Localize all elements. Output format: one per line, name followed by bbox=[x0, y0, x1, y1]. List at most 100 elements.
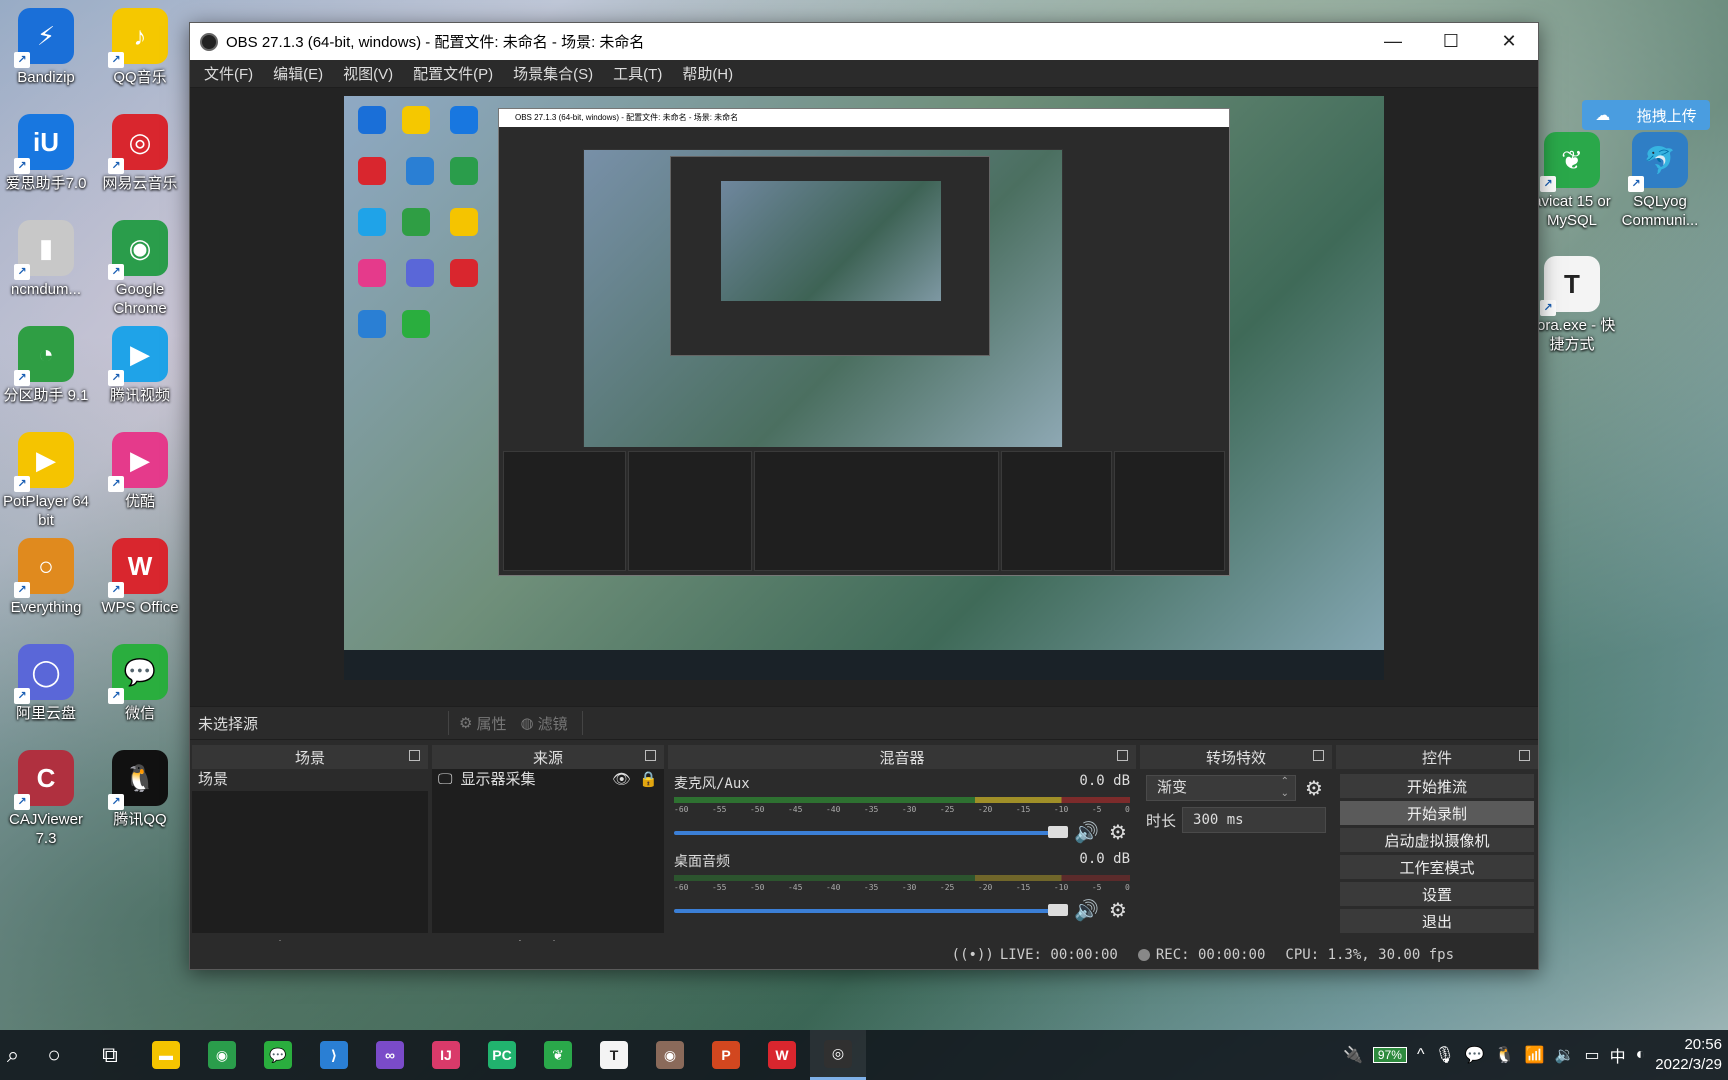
dock-float-icon[interactable] bbox=[1117, 750, 1128, 761]
rec-time: REC: 00:00:00 bbox=[1155, 947, 1266, 963]
wifi-icon[interactable]: 📶 bbox=[1525, 1045, 1545, 1065]
desktop-shortcut[interactable]: ▶腾讯视频 bbox=[94, 326, 186, 405]
tick-label: -20 bbox=[977, 805, 993, 814]
speaker-icon[interactable]: 🔊 bbox=[1074, 898, 1099, 923]
volume-icon[interactable]: 🔉 bbox=[1555, 1045, 1575, 1065]
taskbar-app-button[interactable]: ▬ bbox=[138, 1030, 194, 1080]
microphone-icon[interactable]: 🎙 bbox=[1434, 1045, 1454, 1065]
dock-float-icon[interactable] bbox=[645, 750, 656, 761]
power-plug-icon: 🔌 bbox=[1342, 1047, 1363, 1064]
taskbar-app-button[interactable]: IJ bbox=[418, 1030, 474, 1080]
virtual-camera-button[interactable]: 启动虚拟摄像机 bbox=[1340, 828, 1534, 852]
desktop-shortcut[interactable]: 🐬SQLyog Communi... bbox=[1614, 132, 1706, 230]
desktop-shortcut[interactable]: ◉Google Chrome bbox=[94, 220, 186, 318]
desktop-shortcut-label: 腾讯视频 bbox=[109, 387, 170, 404]
taskbar-app-button[interactable]: ◎ bbox=[810, 1030, 866, 1080]
minimize-button[interactable]: — bbox=[1364, 23, 1422, 60]
controls-title: 控件 bbox=[1421, 749, 1452, 767]
menu-view[interactable]: 视图(V) bbox=[333, 63, 403, 84]
powerpoint-icon: P bbox=[712, 1041, 740, 1069]
duration-input[interactable]: 300 ms bbox=[1182, 807, 1326, 833]
dock-float-icon[interactable] bbox=[409, 750, 420, 761]
desktop-shortcut[interactable]: ◔分区助手 9.1 bbox=[0, 326, 92, 405]
desktop-shortcut[interactable]: 🐧腾讯QQ bbox=[94, 750, 186, 829]
desktop-shortcut[interactable]: ▶PotPlayer 64 bit bbox=[0, 432, 92, 530]
desktop-shortcut[interactable]: ♪QQ音乐 bbox=[94, 8, 186, 87]
dock-float-icon[interactable] bbox=[1519, 750, 1530, 761]
spin-arrows-icon: ⌃ ⌄ bbox=[1280, 776, 1289, 799]
title-bar[interactable]: OBS 27.1.3 (64-bit, windows) - 配置文件: 未命名… bbox=[190, 23, 1538, 60]
baidu-upload-widget[interactable]: ☁ 拖拽上传 bbox=[1582, 100, 1710, 130]
start-recording-button[interactable]: 开始录制 bbox=[1340, 801, 1534, 825]
scenes-header: 场景 bbox=[192, 745, 428, 769]
desktop-shortcut[interactable]: ◎网易云音乐 bbox=[94, 114, 186, 193]
settings-button[interactable]: 设置 bbox=[1340, 882, 1534, 906]
scene-item[interactable]: 场景 bbox=[192, 769, 428, 791]
desktop-shortcut[interactable]: WWPS Office bbox=[94, 538, 186, 617]
chevron-up-icon[interactable]: ^ bbox=[1417, 1046, 1425, 1064]
desktop-shortcut[interactable]: CCAJViewer 7.3 bbox=[0, 750, 92, 848]
transition-select[interactable]: 渐变 ⌃ ⌄ bbox=[1146, 775, 1296, 801]
menu-help[interactable]: 帮助(H) bbox=[672, 63, 743, 84]
clock[interactable]: 20:56 2022/3/29 bbox=[1655, 1035, 1722, 1075]
taskbar-app-button[interactable]: ◉ bbox=[642, 1030, 698, 1080]
menu-edit[interactable]: 编辑(E) bbox=[263, 63, 333, 84]
taskbar-app-button[interactable]: P bbox=[698, 1030, 754, 1080]
display-icon[interactable]: ▭ bbox=[1584, 1045, 1599, 1065]
menu-profile[interactable]: 配置文件(P) bbox=[403, 63, 503, 84]
close-button[interactable]: ✕ bbox=[1480, 23, 1538, 60]
studio-mode-button[interactable]: 工作室模式 bbox=[1340, 855, 1534, 879]
taskbar-app-button[interactable]: W bbox=[754, 1030, 810, 1080]
desktop-shortcut[interactable]: ❦avicat 15 or MySQL bbox=[1526, 132, 1618, 230]
battery-indicator[interactable]: 97% bbox=[1372, 1047, 1407, 1063]
taskbar-app-button[interactable]: 💬 bbox=[250, 1030, 306, 1080]
taskbar-app-button[interactable]: T bbox=[586, 1030, 642, 1080]
taskbar-app-button[interactable]: ◉ bbox=[194, 1030, 250, 1080]
desktop-shortcut[interactable]: iU爱思助手7.0 bbox=[0, 114, 92, 193]
taskbar-app-button[interactable]: ⟩ bbox=[306, 1030, 362, 1080]
speaker-icon[interactable]: 🔊 bbox=[1074, 820, 1099, 845]
wechat-tray-icon[interactable]: 💬 bbox=[1465, 1045, 1485, 1065]
source-item[interactable]: 🖵 显示器采集 👁 🔒 bbox=[432, 769, 664, 791]
filters-button[interactable]: ◍ 滤镜 bbox=[520, 713, 567, 734]
tick-label: -60 bbox=[674, 805, 689, 814]
volume-slider[interactable] bbox=[674, 825, 1068, 838]
desktop-shortcut[interactable]: ▶优酷 bbox=[94, 432, 186, 511]
task-view-icon[interactable]: ⧉ bbox=[82, 1030, 138, 1080]
gear-icon[interactable]: ⚙ bbox=[1106, 898, 1130, 923]
menu-tools[interactable]: 工具(T) bbox=[603, 63, 672, 84]
pycharm-icon: PC bbox=[488, 1041, 516, 1069]
eye-icon[interactable]: 👁 bbox=[612, 769, 631, 791]
dock-float-icon[interactable] bbox=[1313, 750, 1324, 761]
lock-icon[interactable]: 🔒 bbox=[639, 769, 658, 791]
desktop-shortcut[interactable]: 💬微信 bbox=[94, 644, 186, 723]
exit-button[interactable]: 退出 bbox=[1340, 909, 1534, 933]
transitions-title: 转场特效 bbox=[1205, 749, 1266, 767]
preview-canvas[interactable]: OBS 27.1.3 (64-bit, windows) - 配置文件: 未命名… bbox=[344, 96, 1384, 680]
desktop-shortcut[interactable]: ◯阿里云盘 bbox=[0, 644, 92, 723]
taskbar-app-button[interactable]: PC bbox=[474, 1030, 530, 1080]
maximize-button[interactable]: ☐ bbox=[1422, 23, 1480, 60]
properties-button[interactable]: ⚙ 属性 bbox=[459, 713, 506, 734]
gear-icon[interactable]: ⚙ bbox=[1302, 776, 1326, 801]
ime-indicator[interactable]: 中 bbox=[1610, 1043, 1626, 1067]
search-icon[interactable]: ⌕ bbox=[0, 1030, 26, 1080]
iflytek-icon[interactable]: ◐ bbox=[1636, 1046, 1646, 1064]
gear-icon[interactable]: ⚙ bbox=[1106, 820, 1130, 845]
tick-label: -15 bbox=[1015, 805, 1031, 814]
menu-scene-collection[interactable]: 场景集合(S) bbox=[503, 63, 603, 84]
menu-file[interactable]: 文件(F) bbox=[194, 63, 263, 84]
nested-menu bbox=[499, 127, 1229, 141]
desktop-shortcut-label: 腾讯QQ bbox=[113, 811, 167, 828]
desktop-shortcut[interactable]: ▮ncmdum... bbox=[0, 220, 92, 299]
taskbar-app-button[interactable]: ❦ bbox=[530, 1030, 586, 1080]
volume-slider[interactable] bbox=[674, 903, 1068, 916]
desktop-shortcut[interactable]: Tpora.exe - 快捷方式 bbox=[1526, 256, 1618, 354]
desktop-shortcut[interactable]: ⚡Bandizip bbox=[0, 8, 92, 87]
nested-panel bbox=[503, 451, 627, 571]
start-streaming-button[interactable]: 开始推流 bbox=[1340, 774, 1534, 798]
taskbar-app-button[interactable]: ∞ bbox=[362, 1030, 418, 1080]
desktop-shortcut[interactable]: ○Everything bbox=[0, 538, 92, 617]
cortana-icon[interactable]: ○ bbox=[26, 1030, 82, 1080]
qq-tray-icon[interactable]: 🐧 bbox=[1495, 1045, 1515, 1065]
